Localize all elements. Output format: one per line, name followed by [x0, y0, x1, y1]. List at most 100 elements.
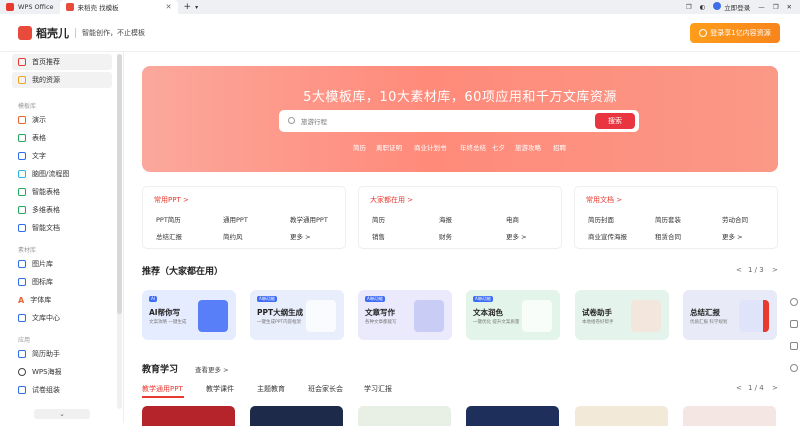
wps-logo-icon: [6, 3, 14, 11]
header: 稻壳儿 智能创作，不止模板 登录享1亿内容资源: [0, 14, 800, 52]
template-thumbnail[interactable]: [575, 406, 668, 426]
card-link[interactable]: 租赁合同: [655, 231, 681, 241]
download-icon[interactable]: [790, 342, 798, 350]
close-tab-icon[interactable]: ✕: [166, 3, 172, 11]
tab-wps-office[interactable]: WPS Office: [0, 0, 60, 14]
spreadsheet-icon: [18, 134, 26, 142]
tool-card-exam[interactable]: 试卷助手 本地组卷好帮手: [575, 290, 669, 340]
sidebar-item-exam[interactable]: 试卷组装: [12, 382, 112, 398]
sidebar-item-doc[interactable]: 文字: [12, 148, 112, 164]
sidebar-item-smart-sheet[interactable]: 智能表格: [12, 184, 112, 200]
card-link[interactable]: 简历封面: [588, 214, 614, 224]
template-thumbnail[interactable]: [250, 406, 343, 426]
tab-class-meeting[interactable]: 班会家长会: [308, 384, 343, 394]
template-thumbnail[interactable]: [683, 406, 776, 426]
card-link[interactable]: 简历套装: [655, 214, 681, 224]
hot-keyword[interactable]: 离职证明: [376, 142, 402, 152]
sidebar-item-icons[interactable]: 图标库: [12, 274, 112, 290]
sidebar-scroll-down-button[interactable]: ⌄: [34, 409, 90, 419]
card-title[interactable]: 大家都在用 >: [370, 195, 413, 205]
sidebar-item-resume[interactable]: 简历助手: [12, 346, 112, 362]
maximize-icon[interactable]: ❐: [773, 3, 779, 11]
tab-teaching-ppt[interactable]: 教学通用PPT: [142, 384, 183, 394]
tool-card-article[interactable]: AI新功能 文章写作 各种文章都能写: [358, 290, 452, 340]
template-thumbnail[interactable]: [142, 406, 235, 426]
login-link[interactable]: 立即登录: [713, 2, 750, 12]
card-link[interactable]: 总结汇报: [156, 231, 182, 241]
search-button[interactable]: 搜索: [595, 113, 635, 129]
chat-icon[interactable]: [790, 320, 798, 328]
next-page-button[interactable]: >: [772, 384, 778, 392]
tool-card-report[interactable]: 总结汇报 优质汇报 科学规划: [683, 290, 777, 340]
search-input[interactable]: [301, 115, 581, 129]
hot-keyword[interactable]: 旅游攻略: [515, 142, 541, 152]
tool-card-ai-write[interactable]: AI AI帮你写 文案攻略 一键生成: [142, 290, 236, 340]
card-more-link[interactable]: 更多 >: [722, 231, 743, 241]
tab-label: 来稻壳 找模板: [77, 4, 119, 12]
sidebar-item-ppt[interactable]: 演示: [12, 112, 112, 128]
sidebar-item-my-resources[interactable]: 我的资源: [12, 72, 112, 88]
tool-tag: AI新功能: [473, 296, 493, 302]
card-common-docs: 常用文档 > 简历封面 简历套装 劳动合同 商业宣传海报 租赁合同 更多 >: [574, 186, 778, 249]
next-page-button[interactable]: >: [772, 266, 778, 274]
sidebar-item-images[interactable]: 图片库: [12, 256, 112, 272]
prev-page-button[interactable]: <: [736, 384, 742, 392]
card-link[interactable]: 销售: [372, 231, 385, 241]
presentation-icon: [18, 116, 26, 124]
card-link[interactable]: 商业宣传海报: [588, 231, 627, 241]
sidebar-scroll-thumb[interactable]: [117, 54, 122, 314]
hot-keyword[interactable]: 商业计划书: [414, 142, 447, 152]
minimize-icon[interactable]: —: [758, 3, 765, 11]
logo[interactable]: 稻壳儿 智能创作，不止模板: [18, 25, 145, 41]
section-title-education: 教育学习: [142, 365, 179, 375]
prev-page-button[interactable]: <: [736, 266, 742, 274]
sidebar-item-poster[interactable]: WPS海报: [12, 364, 112, 380]
new-tab-button[interactable]: +: [184, 2, 192, 12]
sidebar-item-fonts[interactable]: A 字体库: [12, 292, 112, 308]
hot-keyword[interactable]: 招聘: [553, 142, 566, 152]
sidebar-item-library[interactable]: 文库中心: [12, 310, 112, 326]
card-link[interactable]: 劳动合同: [722, 214, 748, 224]
close-icon[interactable]: ✕: [787, 3, 792, 11]
card-link[interactable]: 财务: [439, 231, 452, 241]
user-icon[interactable]: [790, 298, 798, 306]
card-title[interactable]: 常用文档 >: [586, 195, 622, 205]
sidebar-item-sheet[interactable]: 表格: [12, 130, 112, 146]
tab-courseware[interactable]: 教学课件: [206, 384, 234, 394]
card-title[interactable]: 常用PPT >: [154, 195, 189, 205]
theme-icon[interactable]: ◐: [700, 3, 706, 11]
hot-keyword[interactable]: 简历: [353, 142, 366, 152]
hot-keyword[interactable]: 年终总结: [460, 142, 486, 152]
card-link[interactable]: 简历: [372, 214, 385, 224]
tab-study-report[interactable]: 学习汇报: [364, 384, 392, 394]
card-link[interactable]: 电商: [506, 214, 519, 224]
card-link[interactable]: 海报: [439, 214, 452, 224]
view-more-link[interactable]: 查看更多 >: [195, 364, 229, 374]
sidebar-item-smart-doc[interactable]: 智能文档: [12, 220, 112, 236]
tool-card-polish[interactable]: AI新功能 文本润色 一键优化 提升文案质量: [466, 290, 560, 340]
tab-docer[interactable]: 来稻壳 找模板 ✕: [59, 0, 178, 14]
chevron-down-icon[interactable]: ▾: [195, 4, 198, 11]
sidebar-item-mindmap[interactable]: 脑图/流程图: [12, 166, 112, 182]
library-icon: [18, 314, 26, 322]
sidebar-item-multi-sheet[interactable]: 多维表格: [12, 202, 112, 218]
template-thumbnail[interactable]: [466, 406, 559, 426]
tab-theme-education[interactable]: 主题教育: [257, 384, 285, 394]
card-link[interactable]: 简约风: [223, 231, 243, 241]
card-link[interactable]: 教学通用PPT: [290, 214, 328, 224]
card-more-link[interactable]: 更多 >: [506, 231, 527, 241]
window-icon[interactable]: ❐: [686, 3, 692, 11]
help-icon[interactable]: [790, 364, 798, 372]
hot-keyword[interactable]: 七夕: [492, 142, 505, 152]
sidebar-item-label: 首页推荐: [32, 58, 60, 66]
ai-illustration-icon: [198, 300, 228, 332]
main-content: 5大模板库，10大素材库，60项应用和千万文库资源 搜索 简历 离职证明 商业计…: [124, 52, 789, 426]
card-link[interactable]: 通用PPT: [223, 214, 248, 224]
sidebar-item-home[interactable]: 首页推荐: [12, 54, 112, 70]
tool-card-ppt-outline[interactable]: AI新功能 PPT大纲生成 一键生成PPT内容框架: [250, 290, 344, 340]
card-link[interactable]: PPT简历: [156, 214, 181, 224]
login-cta-button[interactable]: 登录享1亿内容资源: [690, 23, 780, 43]
card-more-link[interactable]: 更多 >: [290, 231, 311, 241]
image-icon: [18, 260, 26, 268]
template-thumbnail[interactable]: [358, 406, 451, 426]
